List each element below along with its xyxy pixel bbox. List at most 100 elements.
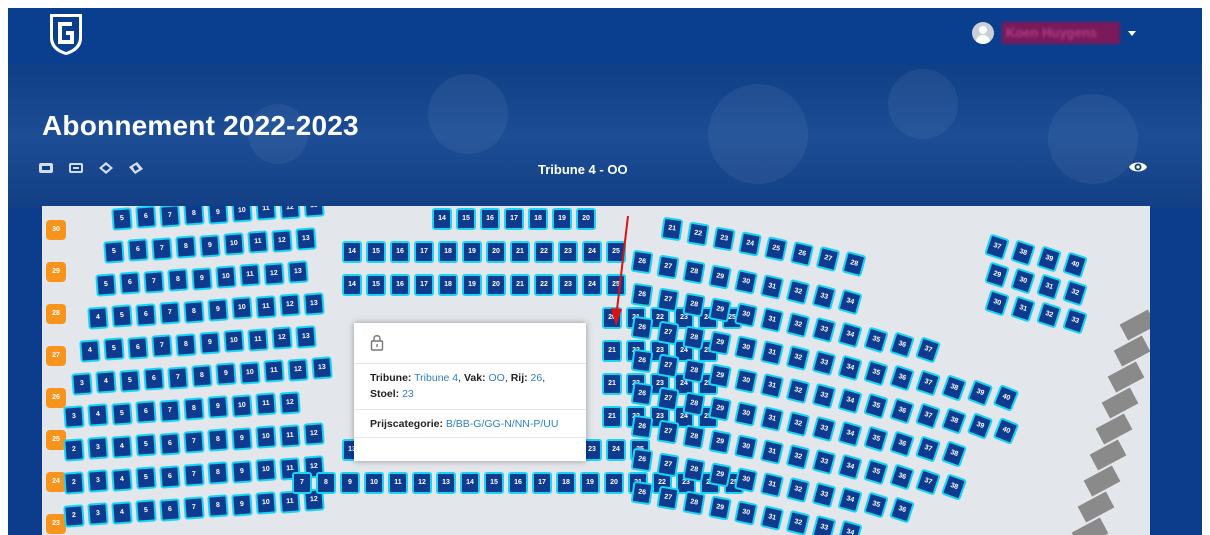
- seat[interactable]: 10: [223, 329, 245, 354]
- seat[interactable]: 22: [534, 274, 554, 296]
- seat[interactable]: 36: [889, 364, 915, 392]
- seat[interactable]: 17: [504, 208, 524, 230]
- seat[interactable]: 3: [87, 469, 109, 494]
- seat[interactable]: 28: [682, 325, 706, 351]
- seat[interactable]: 21: [602, 340, 622, 362]
- seat[interactable]: 11: [255, 295, 277, 319]
- seat[interactable]: 38: [1010, 239, 1036, 267]
- seat[interactable]: 17: [532, 472, 552, 494]
- seat[interactable]: 12: [279, 293, 301, 317]
- seat[interactable]: 7: [183, 430, 205, 454]
- seat[interactable]: 22: [534, 241, 554, 263]
- seat[interactable]: 40: [992, 384, 1020, 412]
- user-menu[interactable]: Koen Huygens: [972, 22, 1136, 44]
- seat[interactable]: 38: [940, 440, 968, 468]
- seat[interactable]: 10: [215, 265, 237, 289]
- seat[interactable]: 11: [247, 230, 269, 255]
- seat[interactable]: 7: [143, 270, 165, 294]
- seat[interactable]: 33: [811, 349, 837, 377]
- seat[interactable]: 19: [462, 274, 482, 296]
- seat[interactable]: 26: [630, 381, 654, 407]
- seat[interactable]: 6: [159, 464, 181, 489]
- seat[interactable]: 4: [111, 435, 133, 459]
- seat[interactable]: 24: [582, 241, 602, 263]
- eye-icon[interactable]: [1128, 160, 1148, 174]
- seat[interactable]: 33: [811, 415, 837, 443]
- seat[interactable]: 29: [708, 264, 732, 290]
- seat[interactable]: 29: [984, 261, 1010, 289]
- seat[interactable]: 12: [287, 357, 309, 382]
- seat[interactable]: 33: [811, 316, 837, 344]
- seat[interactable]: 12: [271, 229, 293, 253]
- seat[interactable]: 10: [255, 491, 277, 515]
- seat[interactable]: 13: [295, 324, 317, 349]
- seat[interactable]: 31: [759, 340, 785, 366]
- seat[interactable]: 12: [279, 390, 301, 415]
- seat[interactable]: 18: [556, 472, 576, 494]
- seat[interactable]: 37: [984, 233, 1010, 261]
- seat[interactable]: 15: [484, 472, 504, 494]
- diamond-view-icon[interactable]: [98, 161, 114, 175]
- seat[interactable]: 32: [785, 278, 811, 306]
- seat[interactable]: 29: [708, 363, 732, 389]
- seat[interactable]: 5: [135, 499, 157, 523]
- seat[interactable]: 6: [135, 303, 157, 327]
- seat[interactable]: 30: [984, 289, 1010, 317]
- seat[interactable]: 29: [708, 429, 732, 455]
- seat[interactable]: 34: [837, 453, 863, 481]
- seat[interactable]: 9: [207, 395, 229, 420]
- seat[interactable]: 6: [135, 400, 157, 424]
- seat[interactable]: 13: [295, 227, 317, 251]
- seat[interactable]: 3: [71, 372, 93, 396]
- seat[interactable]: 20: [576, 208, 596, 230]
- seat[interactable]: 28: [682, 490, 706, 516]
- seat[interactable]: 10: [231, 296, 253, 321]
- seat[interactable]: 29: [708, 495, 732, 521]
- seat[interactable]: 15: [366, 241, 386, 263]
- seat[interactable]: 35: [863, 458, 889, 486]
- seat[interactable]: 16: [390, 241, 410, 263]
- seat[interactable]: 12: [263, 262, 285, 286]
- seat[interactable]: 5: [103, 337, 125, 362]
- seat[interactable]: 31: [759, 472, 785, 498]
- seat[interactable]: 31: [759, 373, 785, 399]
- row-marker[interactable]: 30: [46, 220, 66, 240]
- seat[interactable]: 32: [785, 377, 811, 405]
- seat[interactable]: 9: [207, 206, 229, 225]
- seat[interactable]: 26: [630, 348, 654, 374]
- seat[interactable]: 34: [837, 519, 863, 535]
- seat[interactable]: 12: [412, 472, 432, 494]
- seat[interactable]: 7: [167, 365, 189, 390]
- seat[interactable]: 7: [159, 301, 181, 325]
- seat[interactable]: 17: [414, 241, 434, 263]
- seat[interactable]: 37: [914, 369, 942, 397]
- seat[interactable]: 30: [733, 302, 759, 328]
- seat[interactable]: 2: [63, 438, 85, 462]
- seat[interactable]: 19: [580, 472, 600, 494]
- seat[interactable]: 19: [552, 208, 572, 230]
- seat[interactable]: 11: [255, 206, 277, 222]
- seat[interactable]: 13: [287, 260, 309, 284]
- seat[interactable]: 40: [992, 417, 1020, 445]
- seat[interactable]: 10: [231, 206, 253, 223]
- seat[interactable]: 14: [460, 472, 480, 494]
- krc-genk-logo[interactable]: [46, 12, 86, 56]
- seat[interactable]: 32: [785, 509, 811, 535]
- seat[interactable]: 39: [966, 379, 994, 407]
- seat[interactable]: 37: [914, 402, 942, 430]
- seat[interactable]: 38: [940, 407, 968, 435]
- seat[interactable]: 9: [199, 233, 221, 258]
- seat[interactable]: 30: [733, 368, 759, 394]
- row-marker[interactable]: 23: [46, 514, 66, 534]
- stadium-view-icon[interactable]: [38, 161, 54, 175]
- seat[interactable]: 30: [733, 434, 759, 460]
- seat[interactable]: 27: [815, 245, 841, 273]
- stadium-full-icon[interactable]: [68, 161, 84, 175]
- row-marker[interactable]: 28: [46, 304, 66, 324]
- seat[interactable]: 5: [111, 207, 133, 231]
- seat[interactable]: 16: [480, 208, 500, 230]
- seat[interactable]: 5: [111, 304, 133, 329]
- seat[interactable]: 30: [733, 467, 759, 493]
- seat[interactable]: 7: [159, 206, 181, 228]
- seat[interactable]: 27: [656, 353, 680, 379]
